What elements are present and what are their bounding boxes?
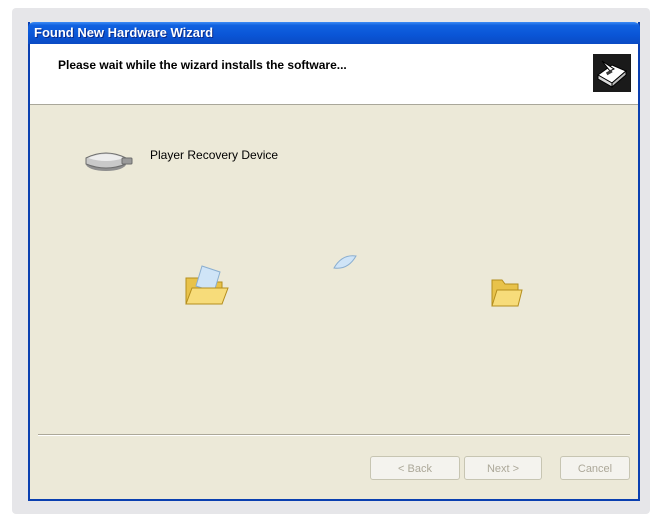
flying-paper-icon xyxy=(333,255,357,269)
device-row: Player Recovery Device xyxy=(82,144,482,174)
title-bar[interactable]: Found New Hardware Wizard xyxy=(28,22,640,44)
next-button[interactable]: Next > xyxy=(464,456,542,480)
button-separator xyxy=(38,434,630,436)
open-folder-icon xyxy=(185,265,229,305)
wizard-header: Please wait while the wizard installs th… xyxy=(30,44,638,105)
usb-drive-icon xyxy=(85,152,133,171)
back-button[interactable]: < Back xyxy=(370,456,460,480)
header-title: Please wait while the wizard installs th… xyxy=(58,58,347,72)
hardware-wizard-icon xyxy=(593,54,631,92)
wizard-window: Found New Hardware Wizard Please wait wh… xyxy=(28,22,640,501)
device-name: Player Recovery Device xyxy=(150,148,279,162)
folder-icon xyxy=(491,279,523,307)
window-title: Found New Hardware Wizard xyxy=(34,25,214,40)
cancel-button[interactable]: Cancel xyxy=(560,456,630,480)
